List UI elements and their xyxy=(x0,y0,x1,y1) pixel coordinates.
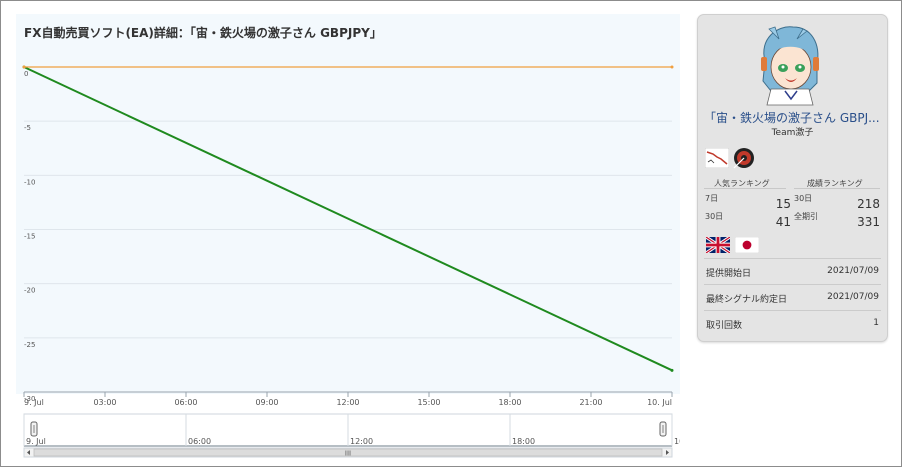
target-badge-icon xyxy=(733,148,754,169)
x-tick-label: 09:00 xyxy=(255,398,278,407)
series-point xyxy=(670,65,674,69)
y-tick-label: -25 xyxy=(24,341,35,349)
y-tick-label: -15 xyxy=(24,233,35,241)
x-tick-label: 10. Jul xyxy=(647,398,672,407)
info-value: 1 xyxy=(873,318,879,328)
x-tick-label: 12:00 xyxy=(336,398,359,407)
uk-flag-icon xyxy=(706,237,730,253)
y-tick-label: -5 xyxy=(24,124,31,132)
ranking-label: 30日 xyxy=(794,194,813,203)
series-point xyxy=(670,368,674,372)
line-chart[interactable]: 0-5-10-15-20-25-309. Jul 03:00 06:00 09:00 1… xyxy=(16,14,680,462)
ranking-cell: 7日 15 xyxy=(705,193,791,213)
x-tick-label: 18:00 xyxy=(498,398,521,407)
ea-info-panel: 「宙・鉄火場の激子さん GBPJ... Team激子 人気ランキング 成績ランキ… xyxy=(697,14,888,342)
navigator-tick-label: 10. xyxy=(674,437,680,446)
downtrend-chart-badge-icon xyxy=(705,148,729,168)
info-value: 2021/07/09 xyxy=(827,266,879,276)
ranking-label: 30日 xyxy=(705,212,724,221)
y-tick-label: 0 xyxy=(24,70,28,78)
ea-team-name: Team激子 xyxy=(771,128,814,138)
ranking-label: 全期引 xyxy=(794,212,818,221)
info-row-last-signal-date: 最終シグナル約定日 2021/07/09 xyxy=(704,284,881,310)
y-tick-label: -20 xyxy=(24,287,35,295)
ranking-label: 7日 xyxy=(705,194,719,203)
x-tick-label: 21:00 xyxy=(579,398,602,407)
chart-title: FX自動売買ソフト(EA)詳細：「宙・鉄火場の激子さん GBPJPY」 xyxy=(24,26,382,40)
navigator-tick-label: 9. Jul xyxy=(26,437,46,446)
info-row-start-date: 提供開始日 2021/07/09 xyxy=(704,258,881,284)
ranking-value: 41 xyxy=(775,215,791,229)
japan-flag-icon xyxy=(735,237,759,253)
navigator-tick-label: 18:00 xyxy=(512,437,535,446)
ranking-value: 218 xyxy=(857,197,880,211)
ea-name-link[interactable]: 「宙・鉄火場の激子さん GBPJ... xyxy=(704,109,882,126)
info-value: 2021/07/09 xyxy=(827,292,879,302)
info-row-trade-count: 取引回数 1 xyxy=(704,310,881,336)
ranking-value: 331 xyxy=(857,215,880,229)
navigator-tick-label: 06:00 xyxy=(188,437,211,446)
ranking-value: 15 xyxy=(775,197,791,211)
series-point xyxy=(22,65,26,69)
chart-container: 0 -5 -10 -15 -20 -25 -30 9. Jul 03:00 06:00 09:00 1… xyxy=(16,14,680,462)
divider xyxy=(704,188,786,189)
navigator-tick-label: 12:00 xyxy=(350,437,373,446)
divider xyxy=(794,188,880,189)
ranking-cell: 全期引 331 xyxy=(794,211,880,231)
ranking-cell: 30日 218 xyxy=(794,193,880,213)
character-avatar-icon[interactable] xyxy=(751,21,829,107)
x-tick-label: 03:00 xyxy=(93,398,116,407)
info-key: 取引回数 xyxy=(706,321,743,331)
info-key: 最終シグナル約定日 xyxy=(706,295,788,305)
y-tick-label: -10 xyxy=(24,178,35,186)
scrollbar-grip-label: III xyxy=(345,450,351,458)
x-tick-label: 06:00 xyxy=(174,398,197,407)
plot-background xyxy=(16,14,680,394)
x-tick-label: 15:00 xyxy=(417,398,440,407)
x-tick-label: 9. Jul xyxy=(24,398,44,407)
ranking-cell: 30日 41 xyxy=(705,211,791,231)
info-key: 提供開始日 xyxy=(706,269,752,279)
